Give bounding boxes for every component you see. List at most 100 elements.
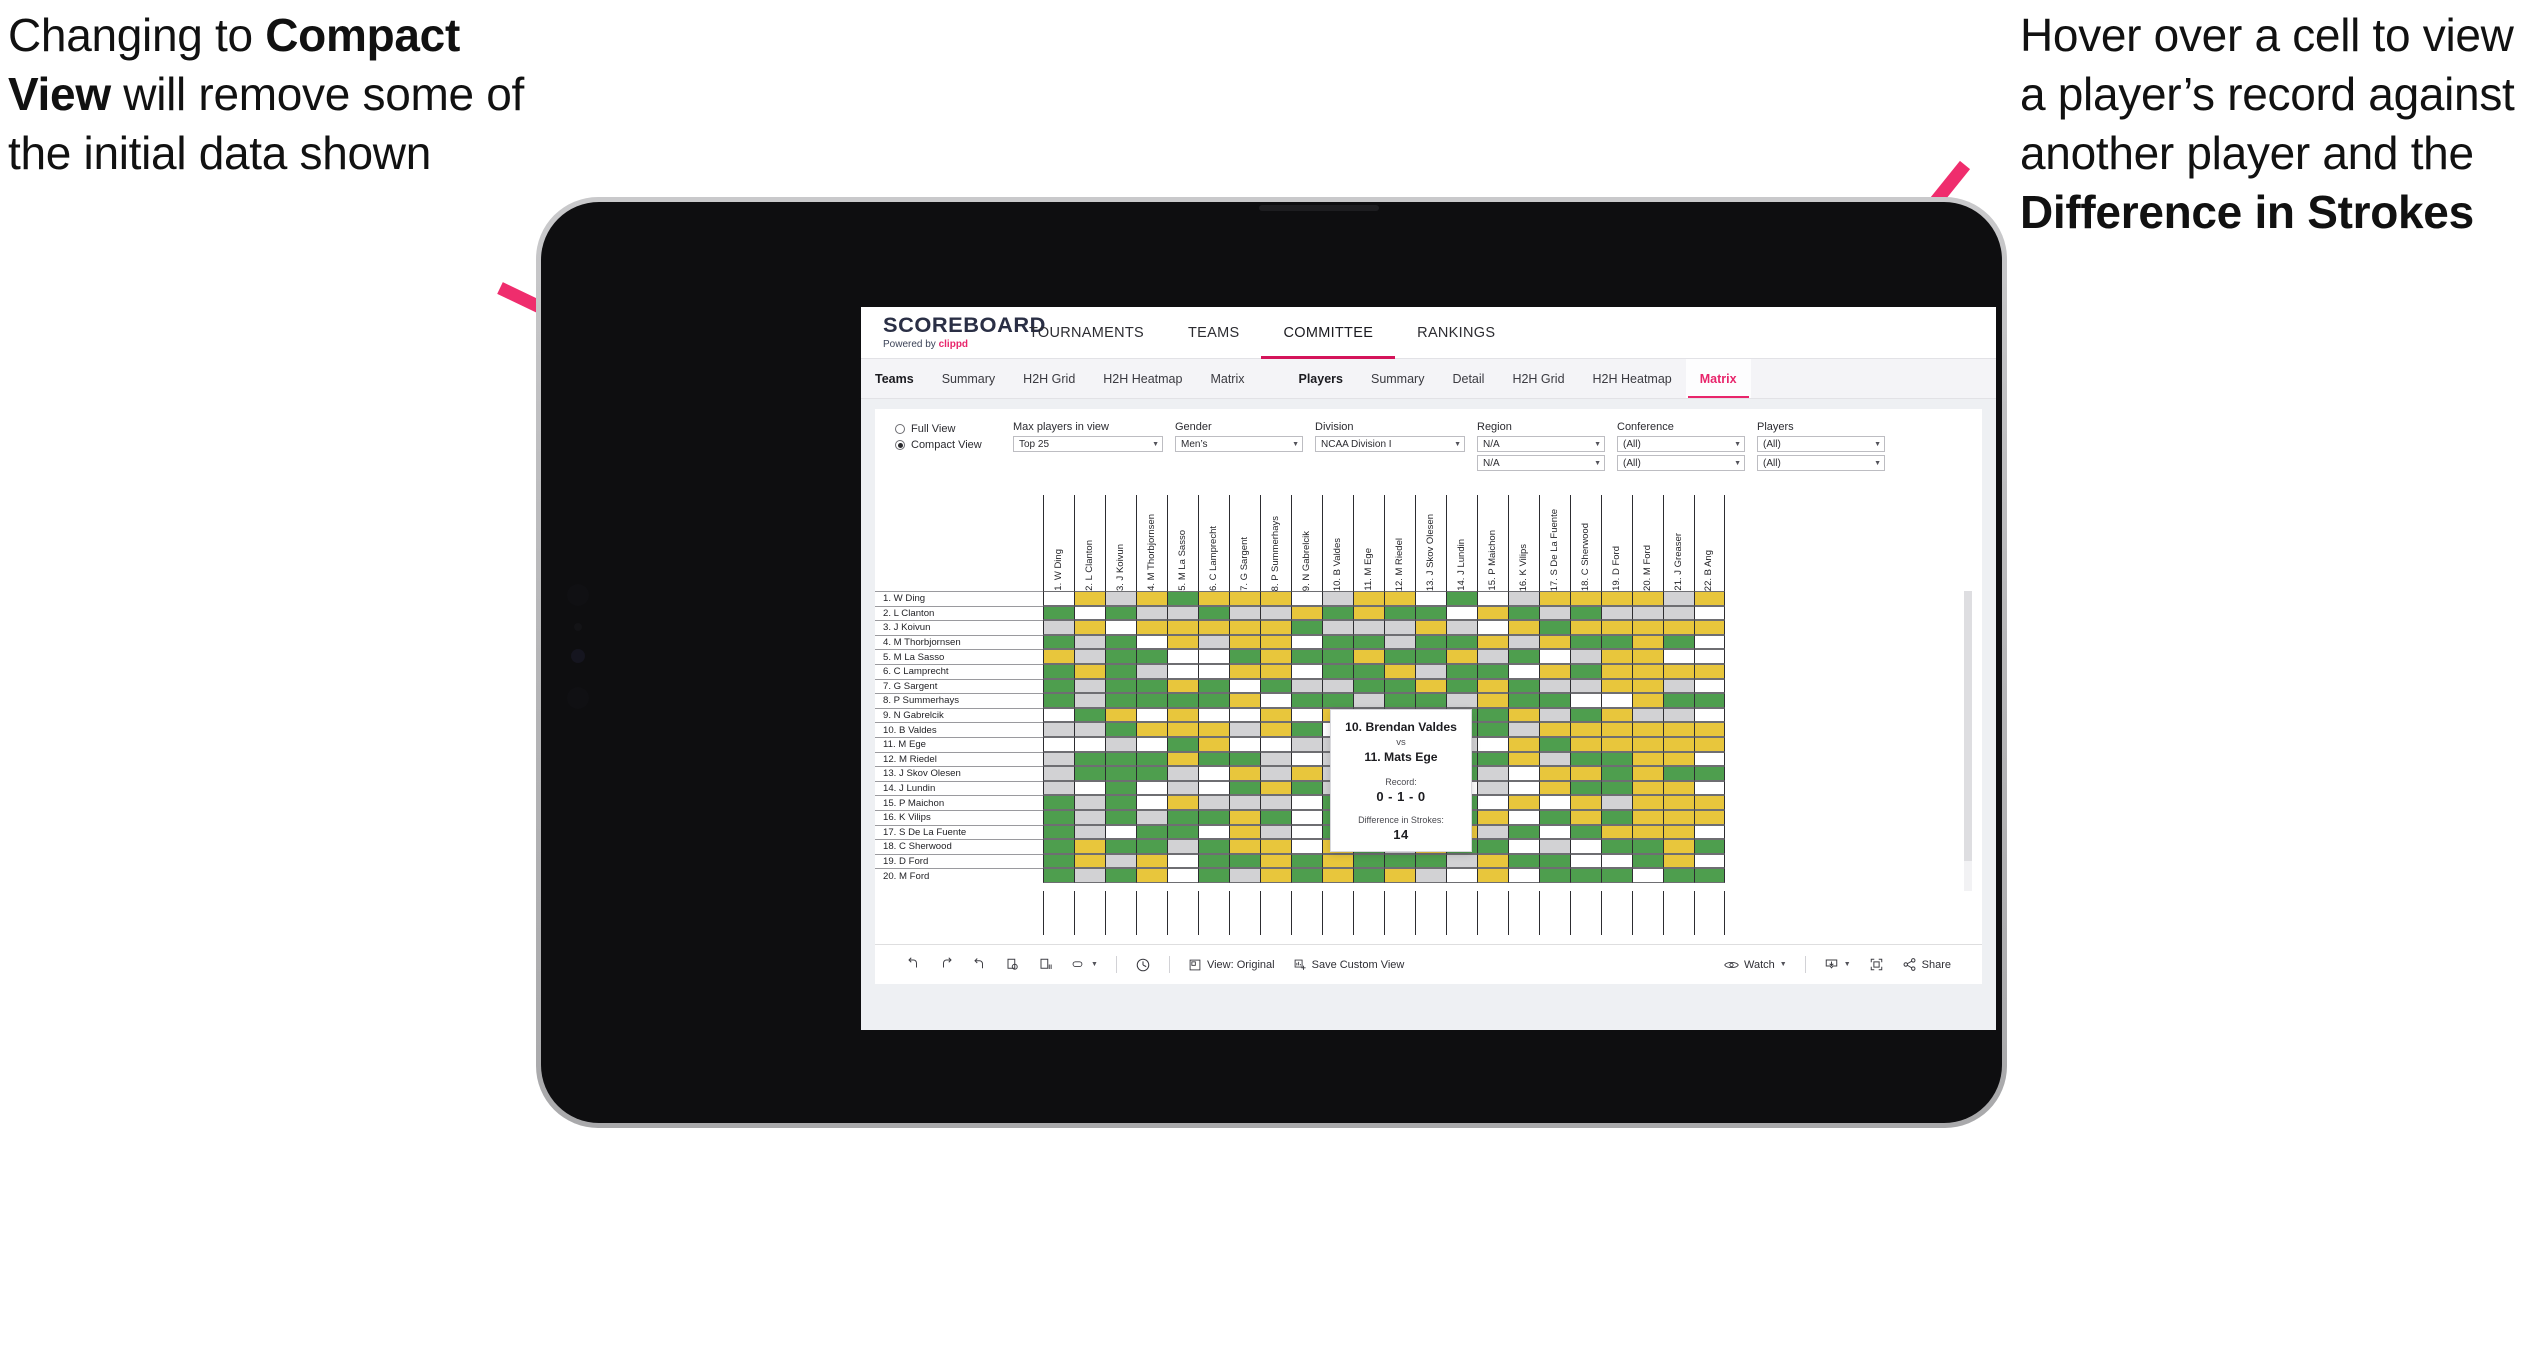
matrix-cell[interactable]: [1043, 649, 1074, 664]
matrix-cell[interactable]: [1446, 634, 1477, 650]
matrix-cell[interactable]: [1353, 868, 1384, 883]
matrix-cell[interactable]: [1663, 707, 1694, 723]
matrix-cell[interactable]: [1508, 853, 1539, 869]
matrix-cell[interactable]: [1570, 605, 1601, 621]
subtab-players[interactable]: Players: [1285, 359, 1357, 398]
matrix-cell[interactable]: [1663, 766, 1694, 781]
matrix-cell[interactable]: [1105, 693, 1136, 708]
matrix-cell[interactable]: [1105, 605, 1136, 621]
matrix-cell[interactable]: [1353, 853, 1384, 869]
subtab-players-h2h-heatmap[interactable]: H2H Heatmap: [1579, 359, 1686, 398]
matrix-cell[interactable]: [1508, 809, 1539, 825]
matrix-cell[interactable]: [1105, 663, 1136, 679]
matrix-cell[interactable]: [1632, 678, 1663, 694]
matrix-cell[interactable]: [1601, 780, 1632, 796]
matrix-cell[interactable]: [1105, 751, 1136, 767]
matrix-cell[interactable]: [1043, 591, 1074, 606]
matrix-cell[interactable]: [1074, 722, 1105, 737]
matrix-cell[interactable]: [1291, 736, 1322, 752]
matrix-cell[interactable]: [1074, 707, 1105, 723]
matrix-cell[interactable]: [1229, 780, 1260, 796]
matrix-cell[interactable]: [1105, 795, 1136, 810]
matrix-cell[interactable]: [1539, 722, 1570, 737]
matrix-cell[interactable]: [1136, 766, 1167, 781]
matrix-cell[interactable]: [1198, 620, 1229, 635]
matrix-cell[interactable]: [1074, 780, 1105, 796]
matrix-cell[interactable]: [1694, 663, 1725, 679]
matrix-cell[interactable]: [1415, 620, 1446, 635]
matrix-cell[interactable]: [1198, 809, 1229, 825]
matrix-cell[interactable]: [1508, 620, 1539, 635]
matrix-cell[interactable]: [1477, 693, 1508, 708]
matrix-cell[interactable]: [1074, 591, 1105, 606]
matrix-cell[interactable]: [1663, 868, 1694, 883]
matrix-cell[interactable]: [1632, 868, 1663, 883]
matrix-cell[interactable]: [1291, 605, 1322, 621]
matrix-cell[interactable]: [1136, 795, 1167, 810]
matrix-cell[interactable]: [1539, 795, 1570, 810]
matrix-cell[interactable]: [1570, 736, 1601, 752]
matrix-cell[interactable]: [1508, 693, 1539, 708]
matrix-cell[interactable]: [1477, 722, 1508, 737]
vertical-scrollbar-thumb[interactable]: [1964, 591, 1972, 861]
matrix-cell[interactable]: [1074, 693, 1105, 708]
matrix-cell[interactable]: [1136, 693, 1167, 708]
matrix-cell[interactable]: [1260, 868, 1291, 883]
matrix-cell[interactable]: [1694, 780, 1725, 796]
matrix-cell[interactable]: [1198, 766, 1229, 781]
filter-conference-select-secondary[interactable]: (All) ▼: [1617, 455, 1745, 471]
matrix-cell[interactable]: [1477, 591, 1508, 606]
matrix-cell[interactable]: [1601, 766, 1632, 781]
matrix-cell[interactable]: [1508, 722, 1539, 737]
matrix-cell[interactable]: [1043, 795, 1074, 810]
matrix-cell[interactable]: [1663, 809, 1694, 825]
matrix-cell[interactable]: [1291, 780, 1322, 796]
matrix-cell[interactable]: [1632, 853, 1663, 869]
matrix-cell[interactable]: [1539, 678, 1570, 694]
matrix-cell[interactable]: [1291, 795, 1322, 810]
matrix-cell[interactable]: [1136, 663, 1167, 679]
matrix-cell[interactable]: [1167, 605, 1198, 621]
matrix-cell[interactable]: [1384, 868, 1415, 883]
matrix-cell[interactable]: [1198, 649, 1229, 664]
matrix-cell[interactable]: [1291, 620, 1322, 635]
matrix-cell[interactable]: [1663, 839, 1694, 854]
matrix-cell[interactable]: [1632, 707, 1663, 723]
matrix-cell[interactable]: [1229, 663, 1260, 679]
matrix-cell[interactable]: [1477, 649, 1508, 664]
matrix-cell[interactable]: [1043, 693, 1074, 708]
matrix-cell[interactable]: [1043, 620, 1074, 635]
matrix-cell[interactable]: [1105, 824, 1136, 840]
matrix-cell[interactable]: [1105, 634, 1136, 650]
subtab-teams-summary[interactable]: Summary: [928, 359, 1009, 398]
matrix-cell[interactable]: [1198, 853, 1229, 869]
matrix-cell[interactable]: [1198, 663, 1229, 679]
matrix-cell[interactable]: [1136, 809, 1167, 825]
matrix-cell[interactable]: [1043, 634, 1074, 650]
matrix-cell[interactable]: [1260, 634, 1291, 650]
matrix-cell[interactable]: [1353, 649, 1384, 664]
matrix-cell[interactable]: [1508, 795, 1539, 810]
matrix-cell[interactable]: [1229, 868, 1260, 883]
matrix-cell[interactable]: [1694, 839, 1725, 854]
matrix-cell[interactable]: [1322, 605, 1353, 621]
matrix-cell[interactable]: [1539, 839, 1570, 854]
filter-gender-select[interactable]: Men’s ▼: [1175, 436, 1303, 452]
share-button[interactable]: Share: [1893, 957, 1960, 972]
matrix-cell[interactable]: [1694, 591, 1725, 606]
revert-button[interactable]: [963, 957, 996, 972]
subtab-teams-matrix[interactable]: Matrix: [1196, 359, 1258, 398]
matrix-cell[interactable]: [1663, 678, 1694, 694]
matrix-cell[interactable]: [1539, 634, 1570, 650]
matrix-cell[interactable]: [1322, 649, 1353, 664]
radio-full-view[interactable]: Full View: [895, 423, 1013, 435]
matrix-cell[interactable]: [1384, 693, 1415, 708]
matrix-cell[interactable]: [1632, 809, 1663, 825]
matrix-cell[interactable]: [1601, 707, 1632, 723]
matrix-cell[interactable]: [1477, 780, 1508, 796]
matrix-cell[interactable]: [1384, 634, 1415, 650]
matrix-cell[interactable]: [1167, 853, 1198, 869]
matrix-cell[interactable]: [1043, 707, 1074, 723]
matrix-cell[interactable]: [1353, 693, 1384, 708]
matrix-cell[interactable]: [1043, 722, 1074, 737]
